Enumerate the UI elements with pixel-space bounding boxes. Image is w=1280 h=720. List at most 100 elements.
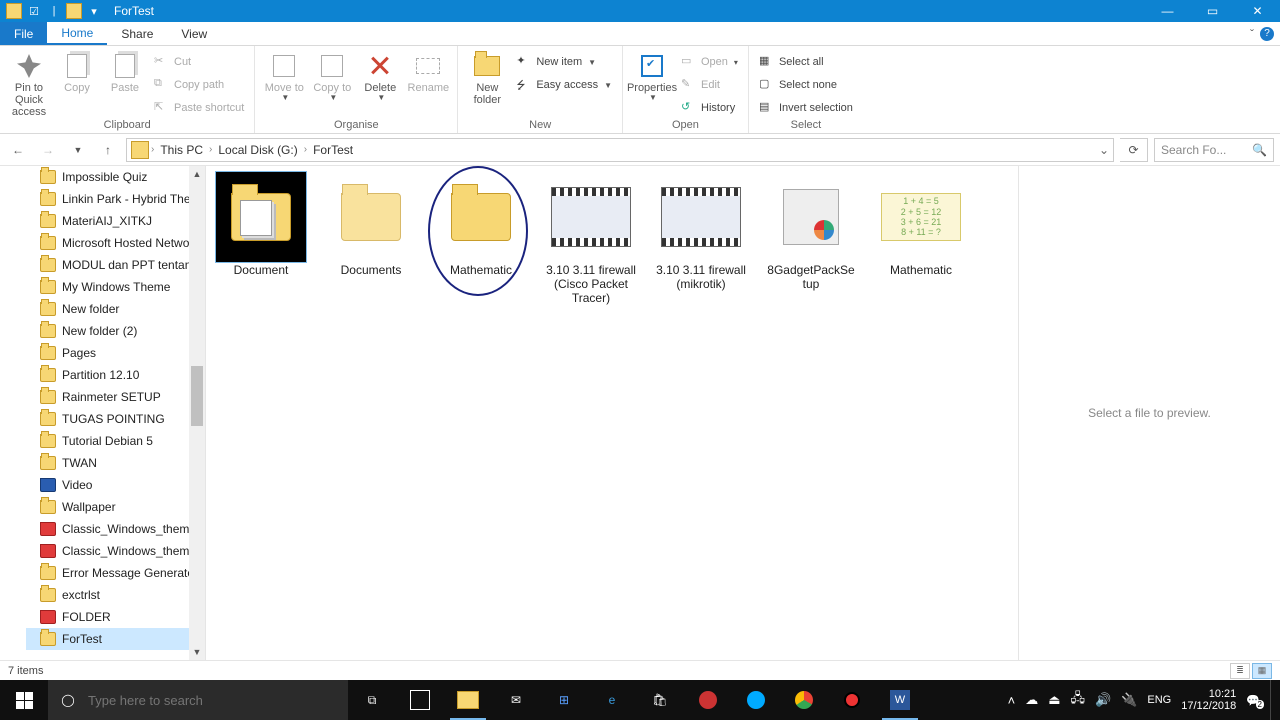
- chevron-down-icon[interactable]: ⌄: [1099, 143, 1109, 157]
- tab-file[interactable]: File: [0, 22, 47, 45]
- invert-selection-button[interactable]: ▤Invert selection: [755, 98, 857, 118]
- tree-item[interactable]: MODUL dan PPT tentang: [40, 254, 205, 276]
- taskbar-explorer[interactable]: [444, 680, 492, 720]
- tree-item[interactable]: TUGAS POINTING: [40, 408, 205, 430]
- tree-item[interactable]: exctrlst: [40, 584, 205, 606]
- tree-item[interactable]: TWAN: [40, 452, 205, 474]
- breadcrumb-disk[interactable]: Local Disk (G:): [214, 143, 301, 157]
- taskbar-app-blue[interactable]: [732, 680, 780, 720]
- properties-button[interactable]: Properties▼: [629, 48, 675, 103]
- tree-item[interactable]: FOLDER: [40, 606, 205, 628]
- tree-item[interactable]: My Windows Theme: [40, 276, 205, 298]
- tray-onedrive-icon[interactable]: ☁: [1025, 692, 1038, 708]
- tab-home[interactable]: Home: [47, 22, 107, 45]
- tree-item[interactable]: New folder: [40, 298, 205, 320]
- nav-forward-button[interactable]: →: [36, 138, 60, 162]
- tray-language[interactable]: ENG: [1147, 694, 1171, 706]
- tree-item[interactable]: Error Message Generator: [40, 562, 205, 584]
- scroll-down-icon[interactable]: ▼: [189, 644, 205, 660]
- show-desktop-button[interactable]: [1270, 680, 1276, 720]
- view-details-button[interactable]: ≣: [1230, 663, 1250, 679]
- tree-item[interactable]: Microsoft Hosted Netwo: [40, 232, 205, 254]
- tree-item[interactable]: Impossible Quiz: [40, 166, 205, 188]
- file-item[interactable]: 3.10 3.11 firewall (Cisco Packet Tracer): [546, 172, 636, 305]
- file-item[interactable]: Mathematic: [436, 172, 526, 305]
- file-item[interactable]: 1 + 4 = 52 + 5 = 123 + 6 = 218 + 11 = ?M…: [876, 172, 966, 305]
- close-button[interactable]: ✕: [1235, 0, 1280, 22]
- taskbar-chrome[interactable]: [780, 680, 828, 720]
- scroll-thumb[interactable]: [191, 366, 203, 426]
- paste-button[interactable]: Paste: [102, 48, 148, 94]
- tray-clock[interactable]: 10:21 17/12/2018: [1181, 688, 1236, 712]
- taskbar-word[interactable]: W: [876, 680, 924, 720]
- open-button[interactable]: ▭Open▾: [677, 52, 742, 72]
- taskbar-mail[interactable]: ✉: [492, 680, 540, 720]
- action-center-icon[interactable]: 💬2: [1246, 694, 1260, 707]
- edit-button[interactable]: ✎Edit: [677, 75, 742, 95]
- tray-network-icon[interactable]: 🖧: [1071, 689, 1086, 711]
- tree-item[interactable]: Linkin Park - Hybrid Theo: [40, 188, 205, 210]
- easy-access-button[interactable]: ⭍Easy access▼: [512, 75, 616, 95]
- taskbar-store[interactable]: ⊞: [540, 680, 588, 720]
- file-item[interactable]: 3.10 3.11 firewall (mikrotik): [656, 172, 746, 305]
- taskbar-search[interactable]: ◯: [48, 680, 348, 720]
- tree-item[interactable]: New folder (2): [40, 320, 205, 342]
- address-bar[interactable]: › This PC› Local Disk (G:)› ForTest ⌄: [126, 138, 1114, 162]
- copy-path-button[interactable]: ⧉Copy path: [150, 75, 248, 95]
- maximize-button[interactable]: ▭: [1190, 0, 1235, 22]
- tree-item[interactable]: Wallpaper: [40, 496, 205, 518]
- tray-volume-icon[interactable]: 🔊: [1095, 692, 1111, 708]
- view-icons-button[interactable]: ▦: [1252, 663, 1272, 679]
- taskbar-store2[interactable]: 🛍: [636, 680, 684, 720]
- taskbar-app-red[interactable]: [684, 680, 732, 720]
- cortana-icon[interactable]: ◯: [48, 693, 88, 707]
- new-item-button[interactable]: ✦New item▼: [512, 52, 616, 72]
- move-to-button[interactable]: Move to▼: [261, 48, 307, 103]
- tree-item[interactable]: Video: [40, 474, 205, 496]
- taskbar-app[interactable]: [396, 680, 444, 720]
- nav-recent-button[interactable]: ▼: [66, 138, 90, 162]
- tray-usb-icon[interactable]: ⏏: [1048, 692, 1060, 708]
- taskbar-edge[interactable]: e: [588, 680, 636, 720]
- dropdown-icon[interactable]: ▾: [86, 3, 102, 19]
- tray-power-icon[interactable]: 🔌: [1121, 692, 1137, 708]
- navigation-tree[interactable]: Impossible QuizLinkin Park - Hybrid Theo…: [0, 166, 206, 660]
- tab-share[interactable]: Share: [107, 22, 167, 45]
- breadcrumb-pc[interactable]: This PC: [156, 143, 207, 157]
- file-list[interactable]: DocumentDocumentsMathematic3.10 3.11 fir…: [206, 166, 1018, 660]
- tree-item[interactable]: MateriAIJ_XITKJ: [40, 210, 205, 232]
- tree-item[interactable]: Pages: [40, 342, 205, 364]
- new-folder-button[interactable]: New folder: [464, 48, 510, 106]
- copy-to-button[interactable]: Copy to▼: [309, 48, 355, 103]
- collapse-ribbon-icon[interactable]: ˇ: [1250, 27, 1254, 41]
- file-item[interactable]: Documents: [326, 172, 416, 305]
- minimize-button[interactable]: —: [1145, 0, 1190, 22]
- rename-button[interactable]: Rename: [405, 48, 451, 94]
- tree-item[interactable]: ForTest: [26, 628, 205, 650]
- sidebar-scrollbar[interactable]: ▲ ▼: [189, 166, 205, 660]
- delete-button[interactable]: Delete▼: [357, 48, 403, 103]
- copy-button[interactable]: Copy: [54, 48, 100, 94]
- select-none-button[interactable]: ▢Select none: [755, 75, 857, 95]
- tree-item[interactable]: Partition 12.10: [40, 364, 205, 386]
- taskbar-record[interactable]: [828, 680, 876, 720]
- breadcrumb-folder[interactable]: ForTest: [309, 143, 357, 157]
- tree-item[interactable]: Classic_Windows_themes: [40, 518, 205, 540]
- tray-overflow-icon[interactable]: ˄: [1008, 693, 1016, 708]
- nav-up-button[interactable]: ↑: [96, 138, 120, 162]
- properties-icon[interactable]: ☑: [26, 3, 42, 19]
- nav-back-button[interactable]: ←: [6, 138, 30, 162]
- paste-shortcut-button[interactable]: ⇱Paste shortcut: [150, 98, 248, 118]
- tree-item[interactable]: Rainmeter SETUP: [40, 386, 205, 408]
- taskbar-search-input[interactable]: [88, 693, 348, 708]
- file-item[interactable]: 8GadgetPackSetup: [766, 172, 856, 305]
- cut-button[interactable]: ✂Cut: [150, 52, 248, 72]
- search-input[interactable]: Search Fo... 🔍: [1154, 138, 1274, 162]
- help-icon[interactable]: ?: [1260, 27, 1274, 41]
- pin-quick-access-button[interactable]: Pin to Quick access: [6, 48, 52, 118]
- task-view-button[interactable]: ⧉: [348, 680, 396, 720]
- file-item[interactable]: Document: [216, 172, 306, 305]
- scroll-up-icon[interactable]: ▲: [189, 166, 205, 182]
- tree-item[interactable]: Classic_Windows_themes: [40, 540, 205, 562]
- select-all-button[interactable]: ▦Select all: [755, 52, 857, 72]
